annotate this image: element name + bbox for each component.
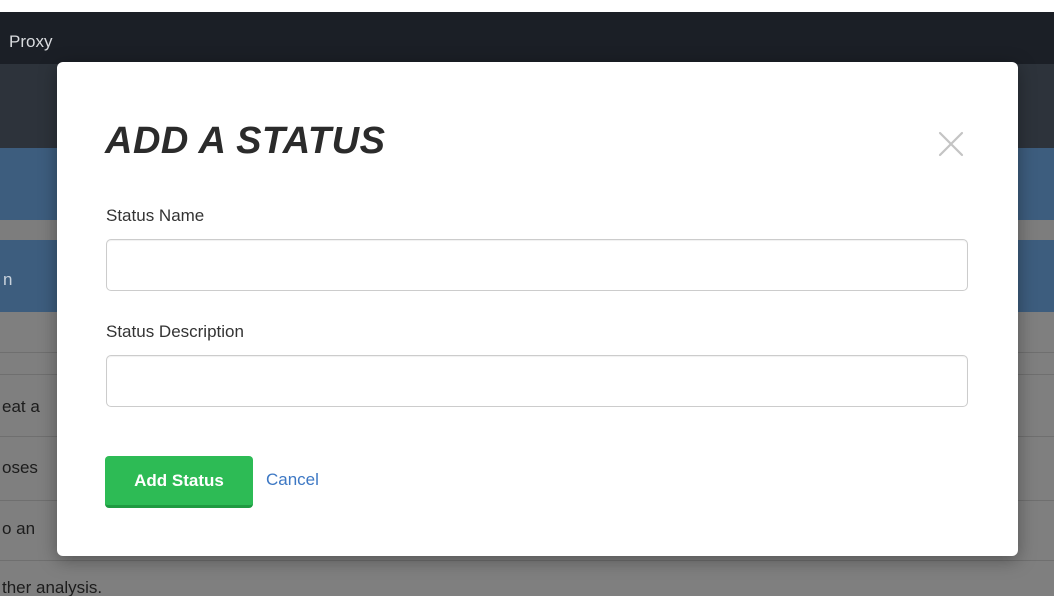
table-header-fragment: n: [3, 270, 13, 289]
modal-title: ADD A STATUS: [105, 120, 386, 162]
cancel-link[interactable]: Cancel: [266, 470, 319, 490]
page: Proxy n eat a oses o an ther analysis. A…: [0, 0, 1054, 596]
table-row-text: eat a: [2, 397, 40, 416]
close-x-icon: [938, 131, 964, 157]
table-row-text: o an: [2, 519, 36, 538]
status-name-input[interactable]: [106, 239, 968, 291]
close-button[interactable]: [935, 128, 967, 160]
table-row: [0, 560, 1054, 561]
status-description-label: Status Description: [106, 322, 244, 341]
status-description-input[interactable]: [106, 355, 968, 407]
browser-top-strip: [0, 0, 1054, 12]
add-status-modal: ADD A STATUS Status Name Status Descript…: [57, 62, 1018, 556]
navbar-brand: Proxy: [9, 32, 53, 51]
top-navbar: Proxy: [0, 12, 1054, 64]
table-row-text: ther analysis.: [2, 578, 103, 596]
add-status-button[interactable]: Add Status: [105, 456, 253, 508]
status-name-label: Status Name: [106, 206, 205, 225]
table-row-text: oses: [2, 458, 38, 477]
